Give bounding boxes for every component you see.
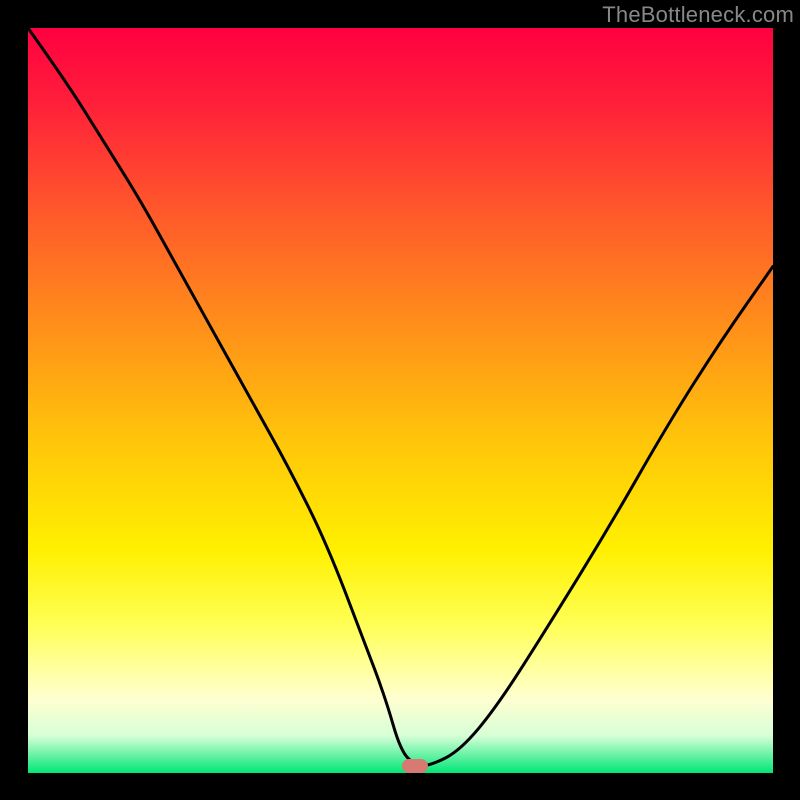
watermark-label: TheBottleneck.com — [602, 2, 794, 28]
chart-svg — [28, 28, 773, 773]
plot-area — [28, 28, 773, 773]
chart-stage: TheBottleneck.com — [0, 0, 800, 800]
optimal-marker — [402, 759, 428, 773]
gradient-background — [28, 28, 773, 773]
